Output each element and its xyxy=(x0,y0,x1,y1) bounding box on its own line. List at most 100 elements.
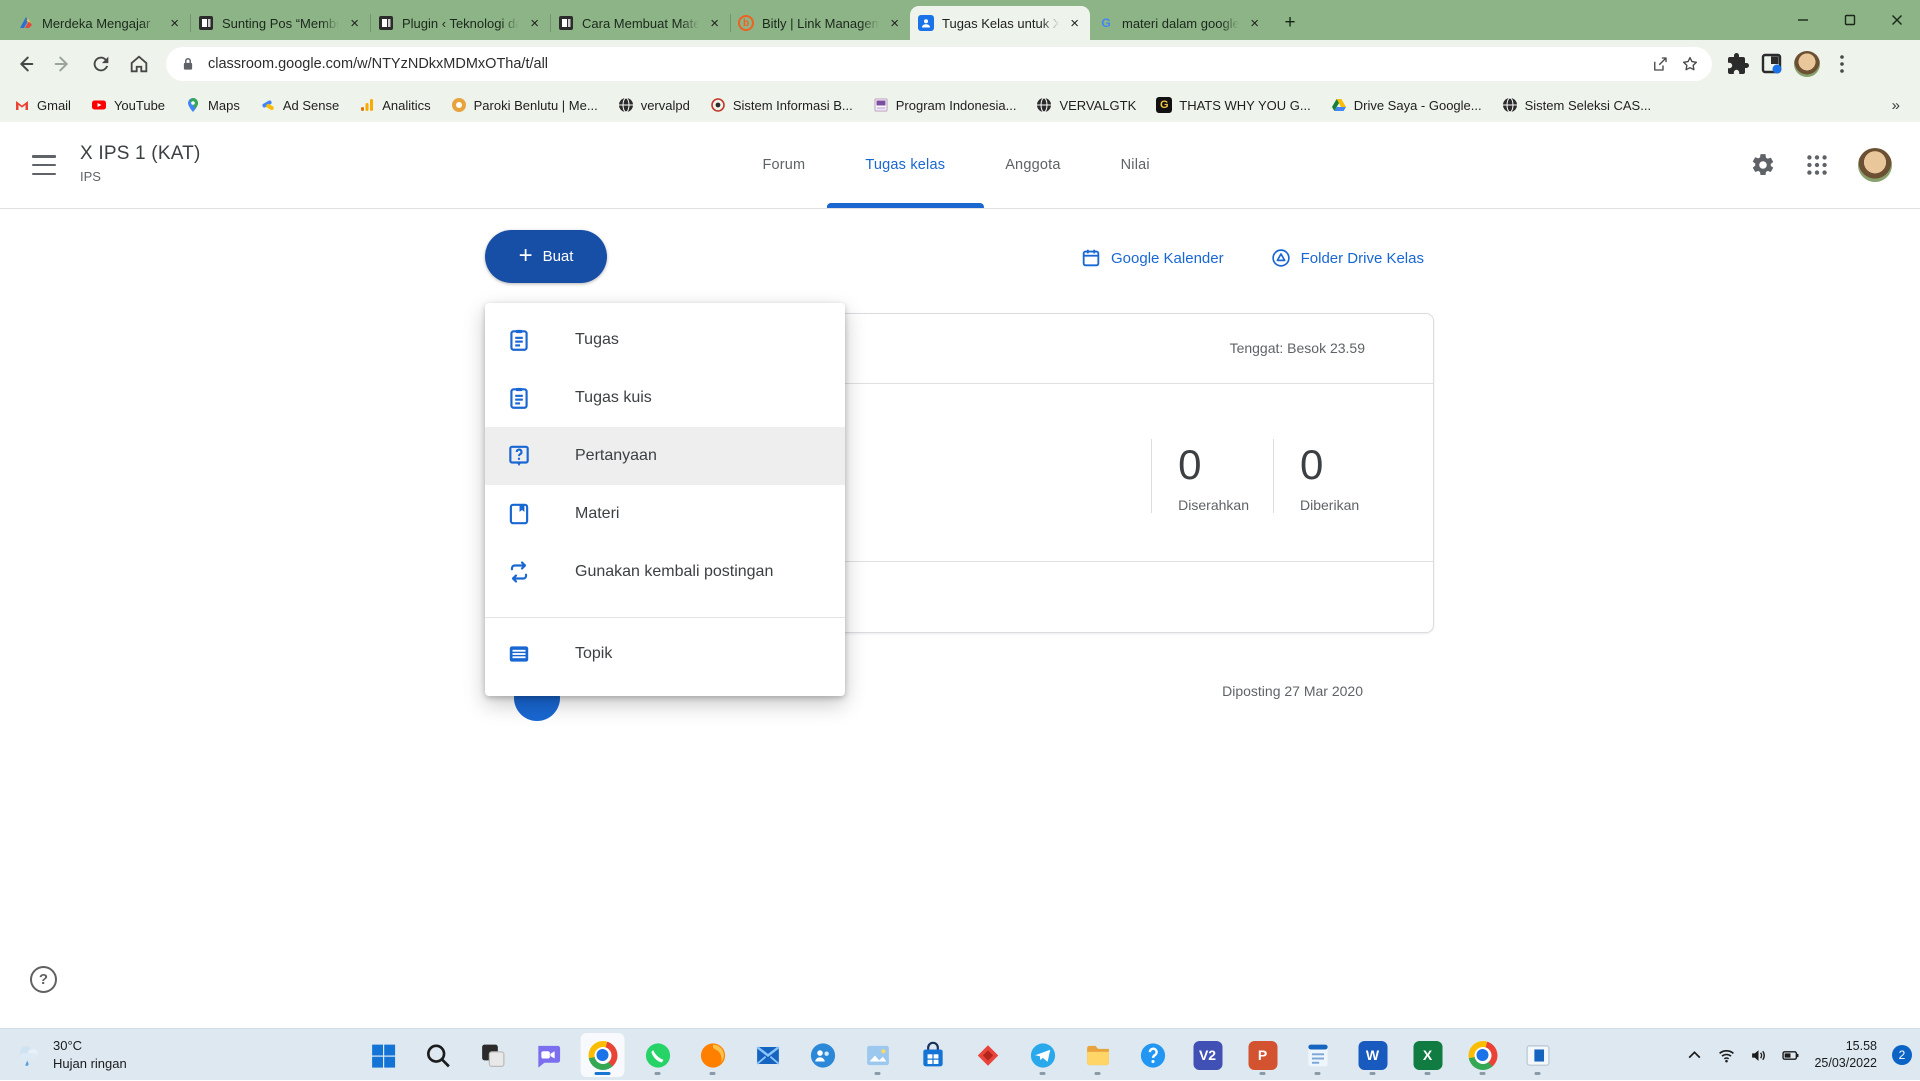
close-button[interactable] xyxy=(1873,0,1920,40)
back-icon[interactable] xyxy=(8,47,42,81)
file-explorer-icon[interactable] xyxy=(1076,1033,1120,1077)
volume-icon[interactable] xyxy=(1750,1047,1767,1064)
taskbar-weather-widget[interactable]: 30°C Hujan ringan xyxy=(14,1029,127,1081)
class-drive-folder-link[interactable]: Folder Drive Kelas xyxy=(1270,247,1424,269)
search-icon[interactable] xyxy=(416,1033,460,1077)
red-diamond-app-icon[interactable] xyxy=(966,1033,1010,1077)
side-panel-extension-icon[interactable] xyxy=(1760,52,1784,76)
task-view-icon[interactable] xyxy=(471,1033,515,1077)
bookmarks-overflow-chevron[interactable]: » xyxy=(1886,97,1906,114)
browser-profile-avatar[interactable] xyxy=(1794,51,1820,77)
tab-merdeka-mengajar[interactable]: Merdeka Mengajar × xyxy=(10,6,190,40)
bookmark-vervalpd[interactable]: vervalpd xyxy=(618,97,690,113)
browser-toolbar: classroom.google.com/w/NTYzNDkxMDMxOTha/… xyxy=(0,40,1920,88)
extensions-puzzle-icon[interactable] xyxy=(1726,52,1750,76)
main-menu-hamburger-icon[interactable] xyxy=(32,155,56,175)
google-calendar-link[interactable]: Google Kalender xyxy=(1080,247,1224,269)
whatsapp-icon[interactable] xyxy=(636,1033,680,1077)
excel-icon[interactable]: X xyxy=(1406,1033,1450,1077)
minimize-button[interactable] xyxy=(1779,0,1826,40)
home-icon[interactable] xyxy=(122,47,156,81)
tab-close-icon[interactable]: × xyxy=(167,15,182,32)
bookmark-vervalgtk[interactable]: VERVALGTK xyxy=(1036,97,1136,113)
mail-icon[interactable] xyxy=(746,1033,790,1077)
bookmark-drive-saya[interactable]: Drive Saya - Google... xyxy=(1331,97,1482,113)
bookmark-adsense[interactable]: Ad Sense xyxy=(260,97,339,113)
bookmark-thats-why[interactable]: GTHATS WHY YOU G... xyxy=(1156,97,1310,113)
taskbar-clock[interactable]: 15.58 25/03/2022 xyxy=(1814,1038,1877,1072)
bookmark-program-indonesia[interactable]: Program Indonesia... xyxy=(873,97,1017,113)
reload-icon[interactable] xyxy=(84,47,118,81)
tab-sunting-pos[interactable]: Sunting Pos “Membua × xyxy=(190,6,370,40)
settings-gear-icon[interactable] xyxy=(1750,152,1776,178)
photos-app-icon[interactable] xyxy=(856,1033,900,1077)
account-avatar[interactable] xyxy=(1858,148,1892,182)
calendar-link-label: Google Kalender xyxy=(1111,250,1224,267)
tab-close-icon[interactable]: × xyxy=(707,15,722,32)
tab-close-icon[interactable]: × xyxy=(887,15,902,32)
powerpoint-icon[interactable]: P xyxy=(1241,1033,1285,1077)
chat-icon[interactable] xyxy=(526,1033,570,1077)
chrome-profile-icon[interactable] xyxy=(1461,1033,1505,1077)
bookmark-sistem-informasi[interactable]: Sistem Informasi B... xyxy=(710,97,853,113)
bookmark-sistem-seleksi[interactable]: Sistem Seleksi CAS... xyxy=(1502,97,1651,113)
tab-close-icon[interactable]: × xyxy=(1067,15,1082,32)
globe-icon xyxy=(1502,97,1518,113)
chrome-taskbar-icon[interactable] xyxy=(581,1033,625,1077)
bookmark-gmail[interactable]: Gmail xyxy=(14,97,71,113)
word-icon[interactable]: W xyxy=(1351,1033,1395,1077)
remote-window-app-icon[interactable] xyxy=(1516,1033,1560,1077)
share-icon[interactable] xyxy=(1650,54,1670,74)
tab-tugas-kelas[interactable]: Tugas kelas xyxy=(865,122,945,208)
notes-app-icon[interactable] xyxy=(1296,1033,1340,1077)
firefox-icon[interactable] xyxy=(691,1033,735,1077)
microsoft-store-icon[interactable] xyxy=(911,1033,955,1077)
tab-close-icon[interactable]: × xyxy=(347,15,362,32)
tab-forum[interactable]: Forum xyxy=(762,122,805,208)
people-icon[interactable] xyxy=(801,1033,845,1077)
menu-item-label: Tugas kuis xyxy=(575,389,652,407)
menu-item-gunakan-kembali[interactable]: Gunakan kembali postingan xyxy=(485,543,845,601)
battery-icon[interactable] xyxy=(1782,1047,1799,1064)
hidden-icons-chevron[interactable] xyxy=(1686,1047,1703,1064)
tab-plugin-teknologi[interactable]: Plugin ‹ Teknologi da × xyxy=(370,6,550,40)
maximize-button[interactable] xyxy=(1826,0,1873,40)
telegram-icon[interactable] xyxy=(1021,1033,1065,1077)
course-title[interactable]: X IPS 1 (KAT) xyxy=(80,143,201,165)
forward-icon[interactable] xyxy=(46,47,80,81)
menu-item-pertanyaan[interactable]: Pertanyaan xyxy=(485,427,845,485)
v2-app-icon[interactable]: V2 xyxy=(1186,1033,1230,1077)
menu-item-tugas[interactable]: Tugas xyxy=(485,311,845,369)
help-button[interactable]: ? xyxy=(30,966,57,993)
address-bar[interactable]: classroom.google.com/w/NTYzNDkxMDMxOTha/… xyxy=(166,47,1712,81)
create-button[interactable]: + Buat xyxy=(485,230,607,283)
tab-tugas-kelas-active[interactable]: Tugas Kelas untuk X I × xyxy=(910,6,1090,40)
wifi-icon[interactable] xyxy=(1718,1047,1735,1064)
get-help-icon[interactable] xyxy=(1131,1033,1175,1077)
google-apps-grid-icon[interactable] xyxy=(1804,152,1830,178)
bos-icon xyxy=(710,97,726,113)
bookmark-youtube[interactable]: YouTube xyxy=(91,97,165,113)
bookmark-analytics[interactable]: Analitics xyxy=(359,97,430,113)
weather-condition: Hujan ringan xyxy=(53,1055,127,1073)
start-button[interactable] xyxy=(361,1033,405,1077)
question-icon xyxy=(506,443,532,469)
tab-nilai[interactable]: Nilai xyxy=(1121,122,1150,208)
tab-anggota[interactable]: Anggota xyxy=(1005,122,1060,208)
tab-close-icon[interactable]: × xyxy=(1247,15,1262,32)
tab-close-icon[interactable]: × xyxy=(527,15,542,32)
tab-bitly[interactable]: b Bitly | Link Manageme × xyxy=(730,6,910,40)
paroki-icon xyxy=(451,97,467,113)
bookmark-paroki-benlutu[interactable]: Paroki Benlutu | Me... xyxy=(451,97,598,113)
tab-cara-membuat[interactable]: Cara Membuat Materi × xyxy=(550,6,730,40)
stat-label: Diserahkan xyxy=(1178,497,1249,513)
menu-item-topik[interactable]: Topik xyxy=(485,625,845,683)
menu-item-tugas-kuis[interactable]: Tugas kuis xyxy=(485,369,845,427)
bookmark-star-icon[interactable] xyxy=(1680,54,1700,74)
bookmark-maps[interactable]: Maps xyxy=(185,97,240,113)
tab-materi-google[interactable]: G materi dalam google × xyxy=(1090,6,1270,40)
menu-item-materi[interactable]: Materi xyxy=(485,485,845,543)
notification-count-badge[interactable]: 2 xyxy=(1892,1045,1912,1065)
new-tab-button[interactable]: + xyxy=(1276,9,1304,37)
browser-menu-kebab-icon[interactable] xyxy=(1830,52,1854,76)
